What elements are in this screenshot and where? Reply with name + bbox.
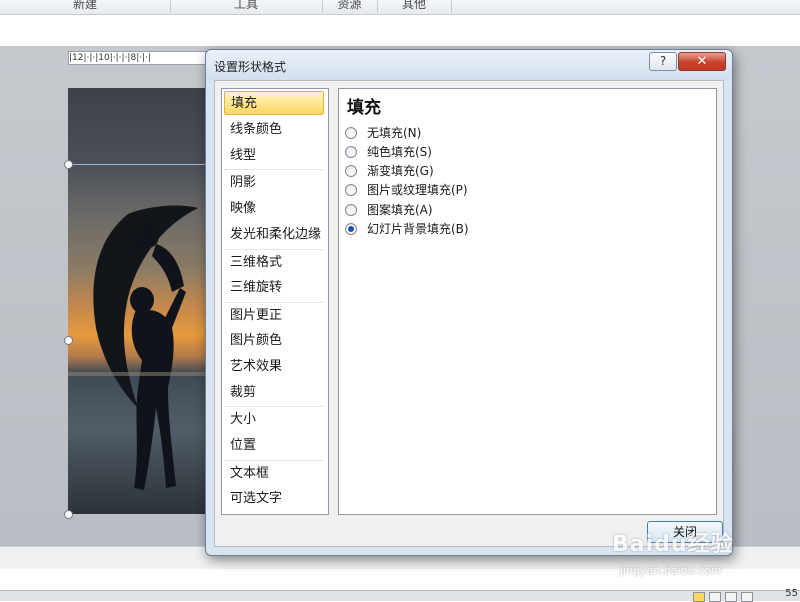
ribbon-group-new: 新建 bbox=[0, 0, 171, 13]
radio-icon[interactable] bbox=[345, 126, 357, 139]
watermark-url: jingyan.baidu.com bbox=[620, 564, 722, 577]
radio-slide-background-fill[interactable]: 幻灯片背景填充(B) bbox=[345, 220, 469, 239]
panel-title: 填充 bbox=[347, 98, 381, 118]
category-reflection[interactable]: 映像 bbox=[224, 197, 324, 221]
category-shadow[interactable]: 阴影 bbox=[224, 171, 324, 195]
status-bar: 55 bbox=[0, 588, 800, 602]
category-crop[interactable]: 裁剪 bbox=[224, 381, 324, 405]
ribbon-group-other: 其他 bbox=[377, 0, 452, 13]
category-picture-corrections[interactable]: 图片更正 bbox=[224, 304, 324, 328]
category-list: 填充 线条颜色 线型 阴影 映像 发光和柔化边缘 三维格式 三维旋转 图片更正 … bbox=[221, 88, 329, 515]
dialog-title: 设置形状格式 bbox=[214, 60, 287, 74]
radio-selected-icon[interactable] bbox=[345, 222, 357, 235]
help-button[interactable]: ? bbox=[649, 52, 677, 71]
ribbon-group-resources: 资源 bbox=[322, 0, 378, 13]
slide-sorter-icon[interactable] bbox=[709, 592, 721, 602]
fill-panel: 填充 无填充(N) 纯色填充(S) 渐变填充(G) 图片或纹理填充(P) 图案填… bbox=[338, 88, 717, 515]
slideshow-icon[interactable] bbox=[741, 592, 753, 602]
category-3d-format[interactable]: 三维格式 bbox=[224, 251, 324, 275]
category-text-box[interactable]: 文本框 bbox=[224, 462, 324, 486]
category-3d-rotation[interactable]: 三维旋转 bbox=[224, 276, 324, 300]
radio-pattern-fill[interactable]: 图案填充(A) bbox=[345, 201, 433, 220]
radio-solid-fill[interactable]: 纯色填充(S) bbox=[345, 143, 432, 162]
dialog-body: 填充 线条颜色 线型 阴影 映像 发光和柔化边缘 三维格式 三维旋转 图片更正 … bbox=[214, 80, 724, 547]
category-size[interactable]: 大小 bbox=[224, 408, 324, 432]
category-divider bbox=[224, 302, 324, 303]
category-line-color[interactable]: 线条颜色 bbox=[224, 118, 324, 142]
radio-icon[interactable] bbox=[345, 164, 357, 177]
category-alt-text[interactable]: 可选文字 bbox=[224, 487, 324, 511]
radio-label: 无填充(N) bbox=[367, 126, 422, 140]
radio-no-fill[interactable]: 无填充(N) bbox=[345, 124, 421, 143]
radio-icon[interactable] bbox=[345, 203, 357, 216]
ribbon-area bbox=[0, 15, 800, 47]
resize-handle[interactable] bbox=[64, 510, 73, 519]
close-icon[interactable]: ✕ bbox=[678, 52, 726, 71]
radio-gradient-fill[interactable]: 渐变填充(G) bbox=[345, 162, 434, 181]
ribbon-group-label: 新建 bbox=[72, 0, 97, 11]
radio-label: 纯色填充(S) bbox=[367, 145, 432, 159]
category-line-style[interactable]: 线型 bbox=[224, 144, 324, 168]
ribbon-groups-bar: 新建 工具 资源 其他 bbox=[0, 0, 800, 15]
normal-view-icon[interactable] bbox=[693, 592, 705, 602]
category-glow-soft-edges[interactable]: 发光和柔化边缘 bbox=[224, 223, 324, 247]
radio-icon[interactable] bbox=[345, 145, 357, 158]
resize-handle[interactable] bbox=[64, 160, 73, 169]
ribbon-group-label: 工具 bbox=[233, 0, 258, 11]
zoom-level[interactable]: 55 bbox=[785, 588, 798, 599]
silhouette-image bbox=[68, 205, 208, 490]
baidu-watermark: Baidu经验 jingyan.baidu.com bbox=[612, 526, 772, 586]
watermark-text: Baidu经验 bbox=[612, 532, 734, 557]
selection-edge bbox=[68, 164, 208, 165]
reading-view-icon[interactable] bbox=[725, 592, 737, 602]
dialog-titlebar[interactable]: 设置形状格式 ? ✕ bbox=[206, 50, 732, 80]
resize-handle[interactable] bbox=[64, 336, 73, 345]
category-fill[interactable]: 填充 bbox=[224, 91, 324, 115]
format-shape-dialog: 设置形状格式 ? ✕ 填充 线条颜色 线型 阴影 映像 发光和柔化边缘 三维格式… bbox=[205, 49, 733, 556]
radio-picture-texture-fill[interactable]: 图片或纹理填充(P) bbox=[345, 181, 468, 200]
radio-label: 渐变填充(G) bbox=[367, 164, 434, 178]
category-divider bbox=[224, 169, 324, 170]
vertical-ruler: |12|·|·|10|·|·|·|8|·|·| bbox=[68, 51, 210, 65]
ribbon-group-tools: 工具 bbox=[170, 0, 323, 13]
category-divider bbox=[224, 406, 324, 407]
radio-label: 图片或纹理填充(P) bbox=[367, 183, 468, 197]
category-picture-color[interactable]: 图片颜色 bbox=[224, 329, 324, 353]
category-position[interactable]: 位置 bbox=[224, 434, 324, 458]
category-divider bbox=[224, 249, 324, 250]
radio-icon[interactable] bbox=[345, 183, 357, 196]
slide-photo[interactable] bbox=[68, 88, 208, 514]
category-divider bbox=[224, 460, 324, 461]
radio-label: 图案填充(A) bbox=[367, 203, 433, 217]
radio-label: 幻灯片背景填充(B) bbox=[367, 222, 469, 236]
ribbon-group-label: 资源 bbox=[337, 0, 362, 11]
category-artistic-effects[interactable]: 艺术效果 bbox=[224, 355, 324, 379]
ribbon-group-label: 其他 bbox=[401, 0, 426, 11]
